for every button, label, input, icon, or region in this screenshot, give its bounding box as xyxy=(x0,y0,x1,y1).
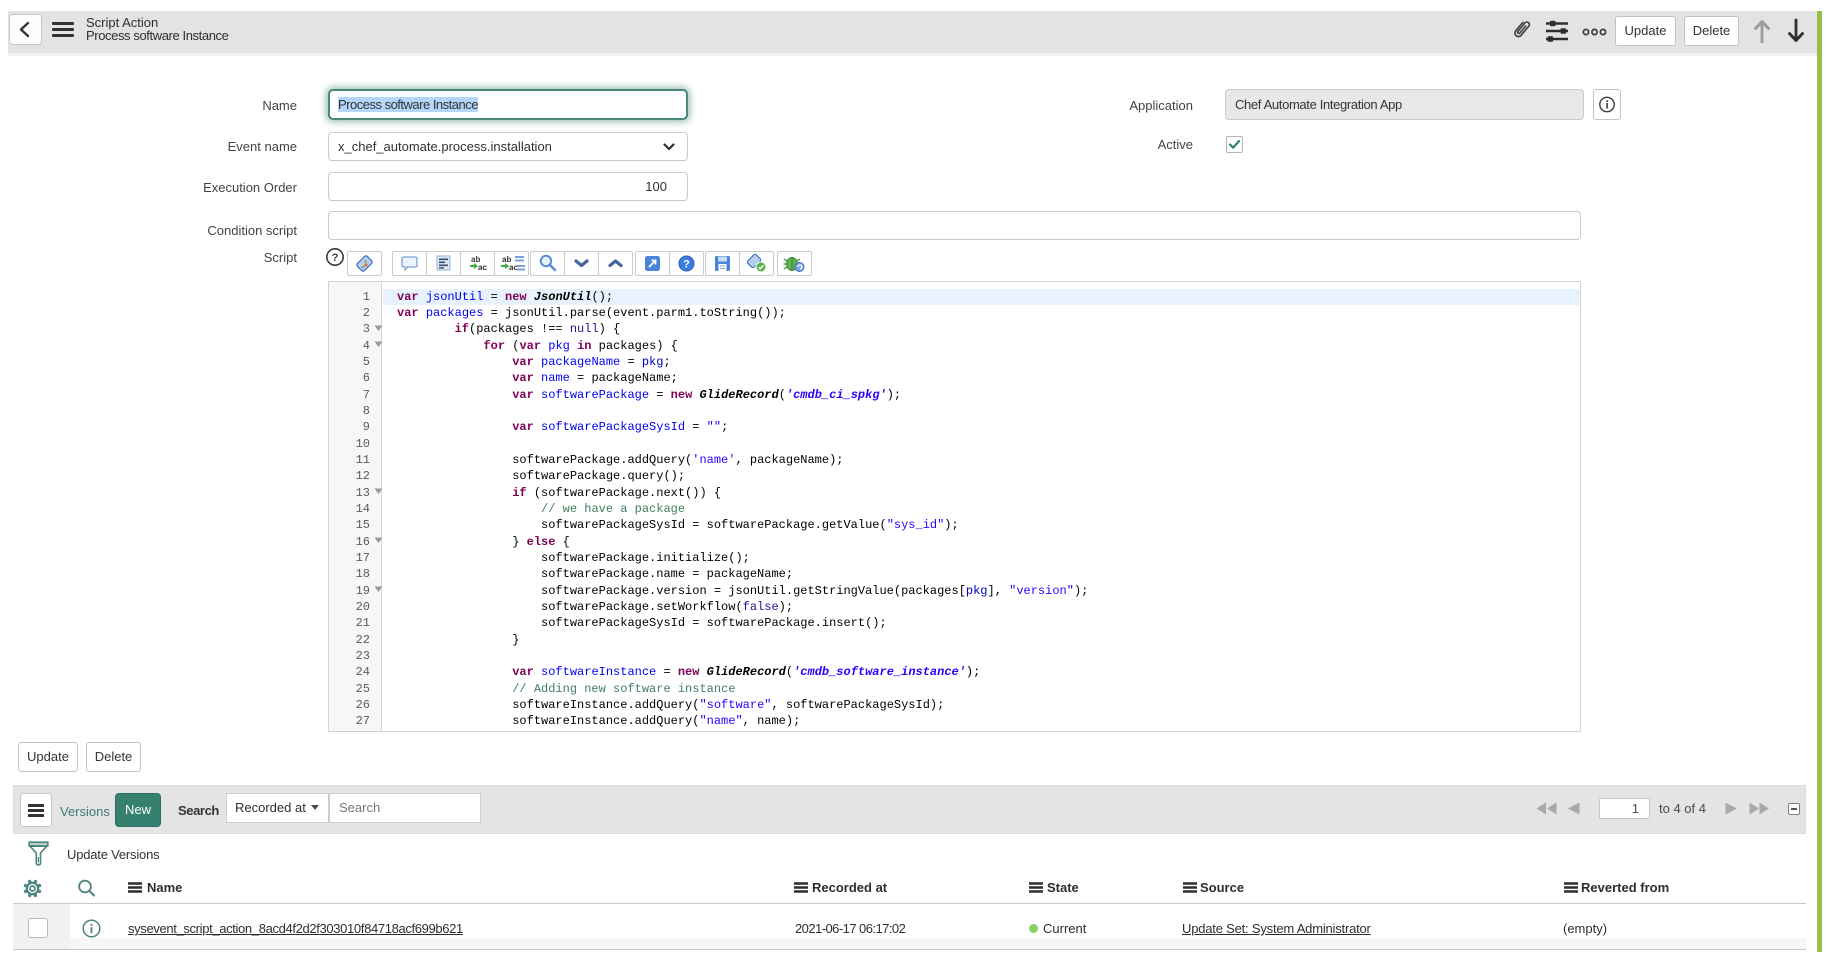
svg-text:ac: ac xyxy=(478,263,487,272)
svg-text:ac: ac xyxy=(509,263,518,272)
svg-text:?: ? xyxy=(332,252,339,264)
svg-text:?: ? xyxy=(683,259,690,271)
